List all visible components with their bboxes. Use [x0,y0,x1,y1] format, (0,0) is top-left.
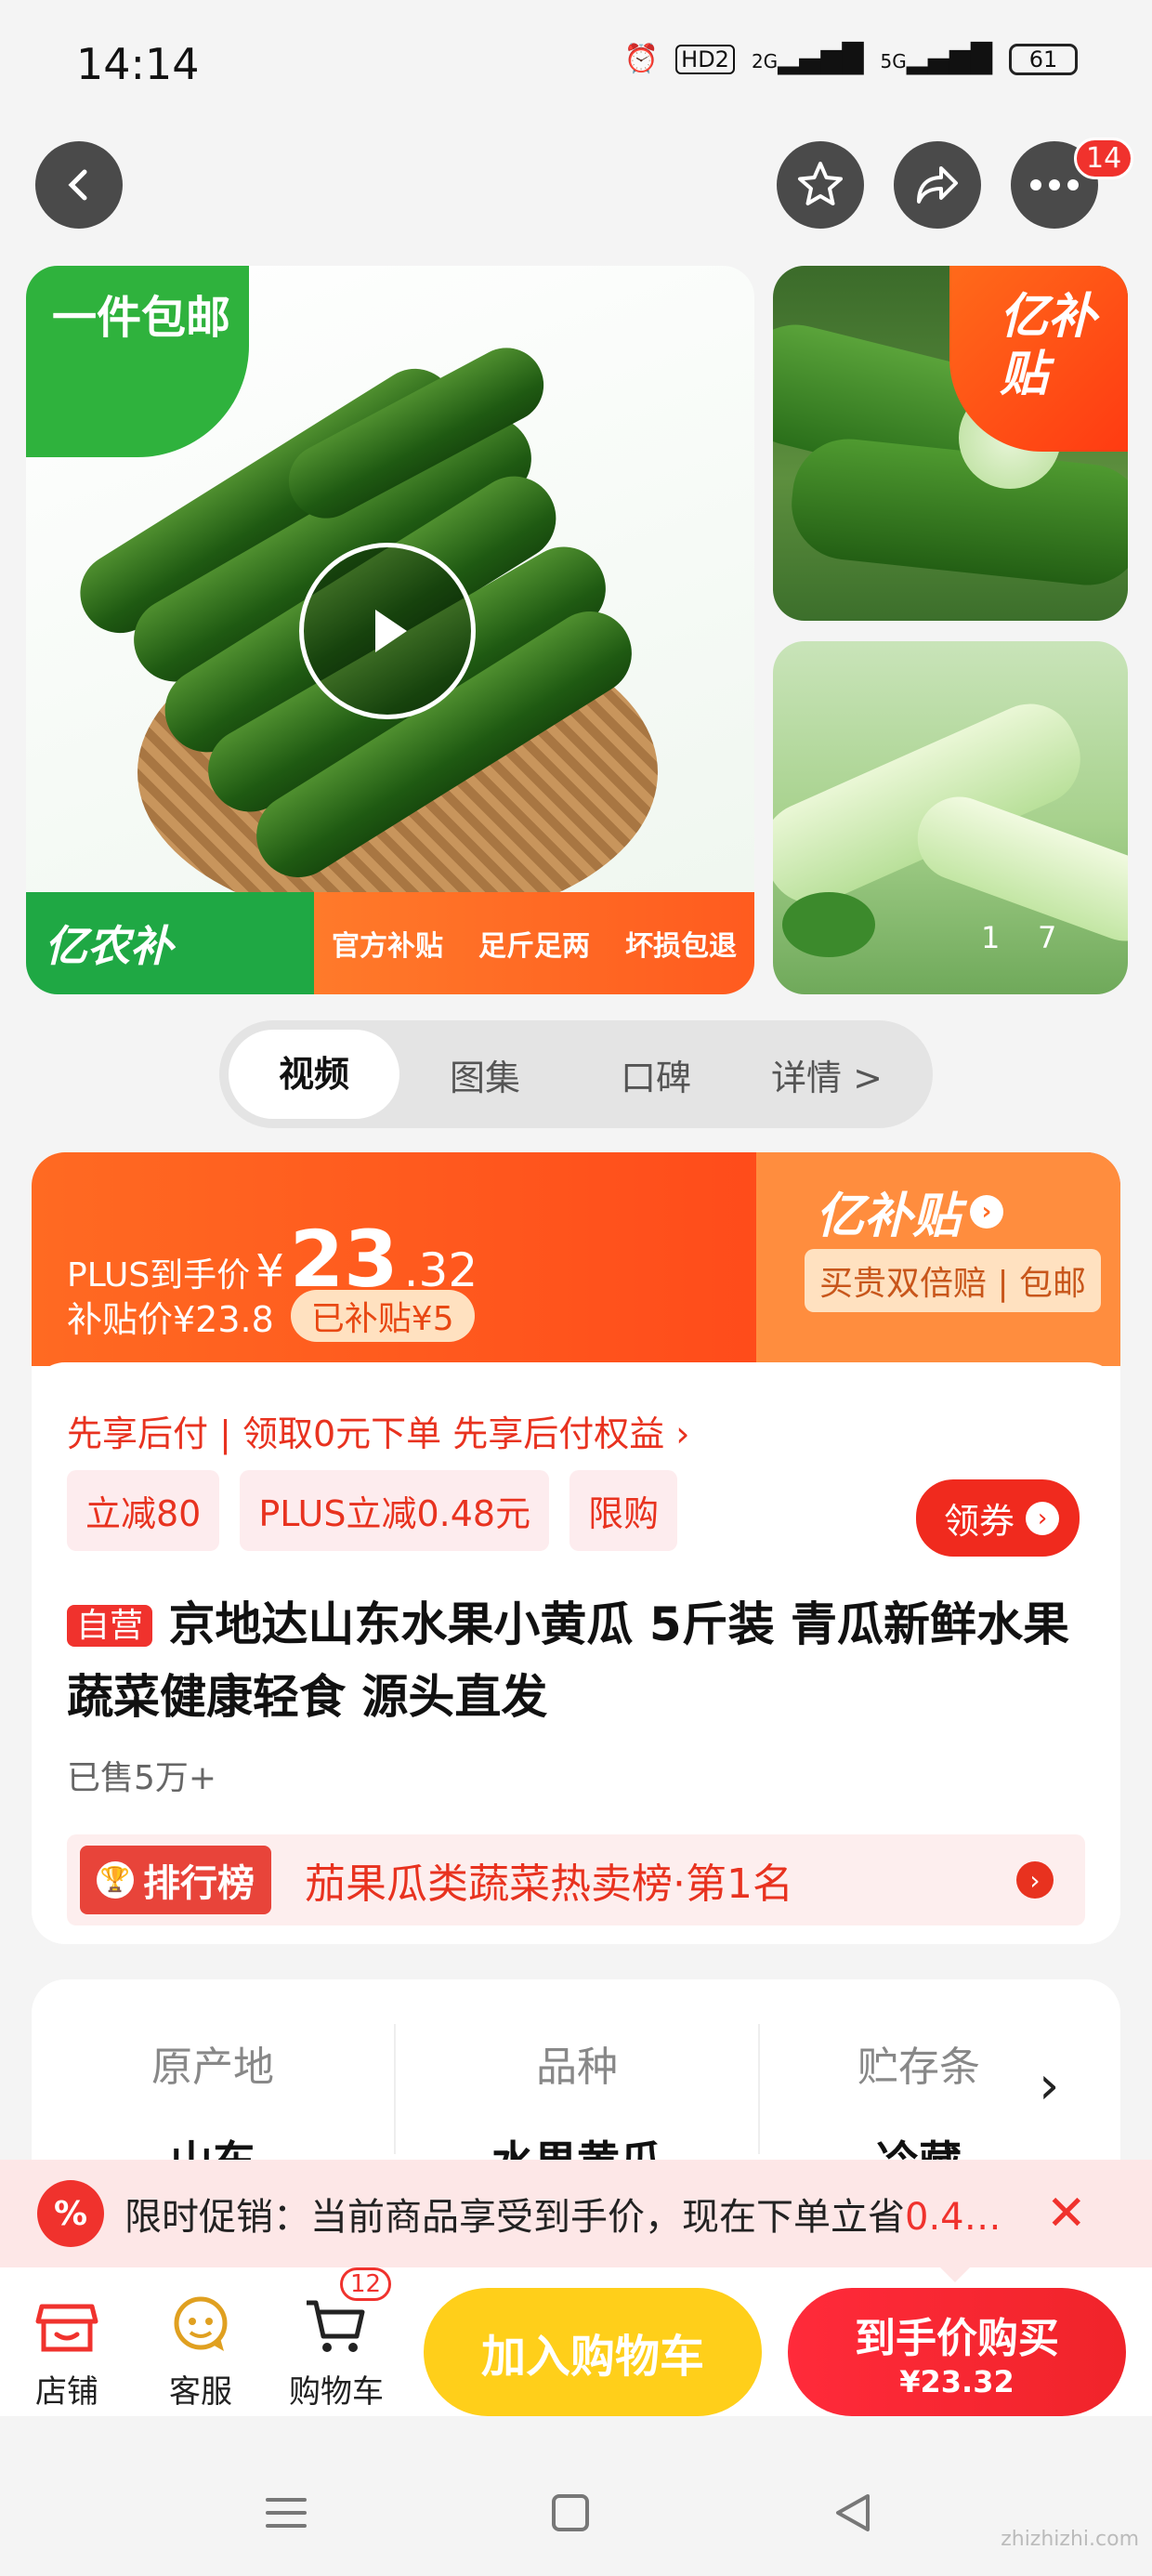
chevron-right-icon: › [1016,1861,1054,1899]
customer-service-button[interactable]: 客服 [145,2286,256,2412]
self-operated-tag: 自营 [67,1605,153,1647]
promo-banner[interactable]: % 限时促销：当前商品享受到手价，现在下单立省0.4… ✕ [0,2160,1152,2267]
discount-chip: 立减80 [67,1470,220,1551]
price-card: PLUS到手价 ¥ 23 .32 补贴价¥23.8 已补贴¥5 亿补贴 › 买贵… [32,1152,1120,1944]
star-icon [798,162,843,205]
service-tags: 官方补贴 足斤足两 坏损包退 [314,892,754,994]
sold-count: 已售5万+ [67,1759,217,1797]
customer-service-label: 客服 [169,2373,232,2411]
chevron-right-icon[interactable]: › [1039,2056,1059,2116]
more-badge: 14 [1074,138,1134,179]
get-coupon-label: 领券 [944,1501,1015,1542]
ranking-tag: 🏆 排行榜 [80,1846,271,1914]
hd-icon: HD2 [675,44,735,74]
play-icon [375,610,407,652]
price-body: 先享后付 | 领取0元下单 先享后付权益 › 立减80 PLUS立减0.48元 … [32,1362,1120,1944]
cart-button[interactable]: 购物车 [281,2286,392,2412]
more-dots-icon [1030,179,1079,191]
buy-now-button[interactable]: 到手价购买 ¥23.32 [788,2288,1126,2416]
service-band: 亿农补 官方补贴 足斤足两 坏损包退 [26,892,754,994]
service-tag: 坏损包退 [625,930,737,963]
chevron-right-icon: › [1026,1501,1060,1535]
signal-2g-icon: 2G▂▄▆█ [751,43,864,75]
favorite-button[interactable] [777,141,864,229]
attribute-key: 品种 [536,2044,618,2091]
play-video-button[interactable] [299,543,476,719]
status-bar: 14:14 ⏰ HD2 2G▂▄▆█ 5G▂▄▆█ 61 [0,0,1152,130]
bottom-action-bar: 店铺 客服 购物车 12 加入购物车 到手价购买 ¥23.32 [0,2267,1152,2416]
watermark: zhizhizhi.com [1001,2528,1139,2551]
chevron-right-icon: › [970,1194,1004,1229]
pay-later-link[interactable]: 先享后付 | 领取0元下单 先享后付权益 › [67,1405,690,1456]
share-button[interactable] [894,141,981,229]
share-icon [917,166,958,204]
guarantee-badge: 买贵双倍赔 | 包邮 [805,1249,1102,1312]
discount-chip: PLUS立减0.48元 [240,1470,550,1551]
tab-video[interactable]: 视频 [229,1030,399,1119]
store-icon [11,2286,123,2366]
status-time: 14:14 [76,39,200,89]
service-tag: 足斤足两 [478,930,590,963]
yi-subsidy-logo[interactable]: 亿补贴 › [816,1176,1004,1246]
mint-leaf-graphic [782,892,875,957]
shop-button[interactable]: 店铺 [11,2286,123,2412]
tab-gallery[interactable]: 图集 [399,1049,570,1100]
chevron-left-icon [68,169,87,201]
cart-count-badge: 12 [340,2267,392,2301]
thumbnail-image[interactable] [773,641,1128,994]
shop-label: 店铺 [35,2373,98,2411]
promo-text-main: 限时促销：当前商品享受到手价，现在下单立省 [124,2196,905,2239]
ranking-bar[interactable]: 🏆 排行榜 茄果瓜类蔬菜热卖榜·第1名 › [67,1834,1085,1925]
promo-highlight: 0.4… [905,2196,1001,2239]
subsidized-tag: 已补贴¥5 [290,1290,475,1342]
image-counter: 1 7 [981,920,1057,955]
discount-chips: 立减80 PLUS立减0.48元 限购 [67,1470,678,1551]
subsidy-corner-badge: 亿补贴 [949,266,1128,452]
buy-now-label: 到手价购买 [855,2315,1059,2362]
add-to-cart-button[interactable]: 加入购物车 [424,2288,762,2416]
close-icon[interactable]: ✕ [1046,2186,1087,2241]
battery-icon: 61 [1009,43,1078,75]
brand-badge: 亿农补 [26,892,314,994]
service-tag: 官方补贴 [332,930,443,963]
product-title-text: 京地达山东水果小黄瓜 5斤装 青瓜新鲜水果蔬菜健康轻食 源头直发 [67,1597,1070,1724]
system-nav-bar [0,2416,1152,2576]
media-tabs: 视频 图集 口碑 详情 > [219,1020,933,1128]
subsidy-price: 补贴价¥23.8 [67,1298,274,1340]
cart-label: 购物车 [289,2373,384,2411]
home-icon[interactable] [550,2492,591,2537]
back-button[interactable] [35,141,123,229]
back-nav-icon[interactable] [832,2491,873,2539]
product-title: 自营 京地达山东水果小黄瓜 5斤装 青瓜新鲜水果蔬菜健康轻食 源头直发 [67,1589,1089,1732]
subsidy-price-line: 补贴价¥23.8 已补贴¥5 [67,1290,475,1342]
ranking-text: 茄果瓜类蔬菜热卖榜·第1名 [305,1860,793,1908]
discount-chip: 限购 [569,1470,678,1551]
menu-icon[interactable] [264,2494,308,2535]
alarm-icon: ⏰ [623,43,660,75]
yi-subsidy-logo-text: 亿补贴 [816,1189,962,1244]
tab-reviews[interactable]: 口碑 [570,1049,741,1100]
promo-text: 限时促销：当前商品享受到手价，现在下单立省0.4… [124,2187,1041,2241]
ranking-tag-label: 排行榜 [143,1862,255,1905]
get-coupon-button[interactable]: 领券 › [916,1479,1080,1557]
status-icons: ⏰ HD2 2G▂▄▆█ 5G▂▄▆█ 61 [624,43,1078,75]
signal-5g-icon: 5G▂▄▆█ [880,43,992,75]
chat-icon [145,2286,256,2366]
discount-icon: % [37,2180,104,2247]
cucumber-graphic [786,433,1128,591]
trophy-icon: 🏆 [97,1861,134,1899]
attribute-key: 原产地 [151,2044,274,2091]
buy-now-price: ¥23.32 [899,2364,1015,2399]
promo-pointer [940,2267,970,2282]
tab-details[interactable]: 详情 > [741,1049,912,1100]
